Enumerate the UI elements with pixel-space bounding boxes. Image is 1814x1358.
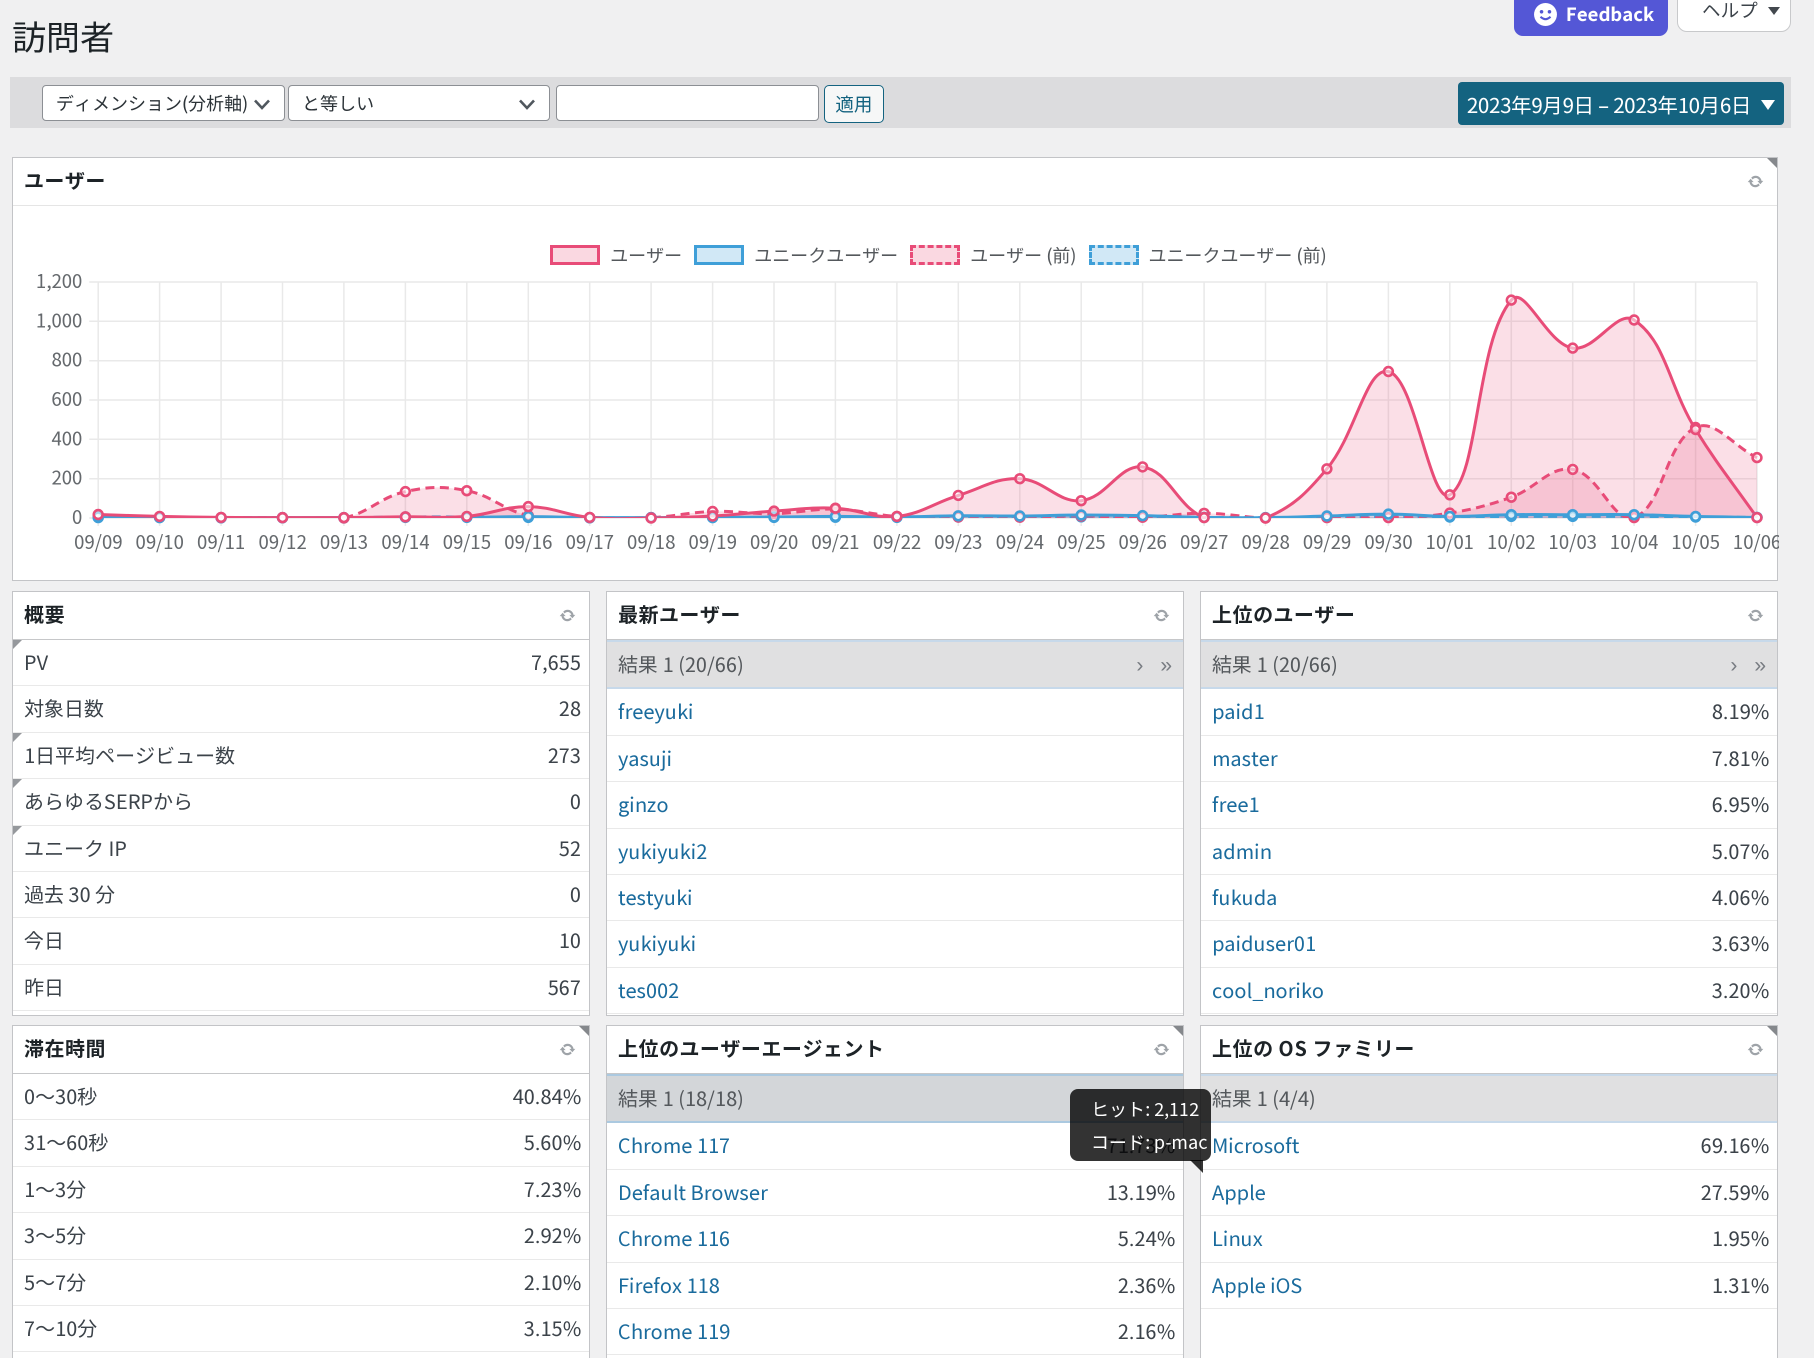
svg-text:09/21: 09/21: [811, 529, 859, 555]
svg-text:09/30: 09/30: [1364, 529, 1412, 555]
svg-text:10/03: 10/03: [1549, 529, 1597, 555]
svg-text:09/09: 09/09: [74, 529, 122, 555]
svg-text:09/16: 09/16: [504, 529, 552, 555]
svg-text:09/18: 09/18: [627, 529, 675, 555]
svg-text:10/06: 10/06: [1733, 529, 1779, 555]
svg-text:09/22: 09/22: [873, 529, 921, 555]
svg-text:09/14: 09/14: [381, 529, 430, 555]
svg-text:600: 600: [51, 386, 82, 412]
svg-text:09/23: 09/23: [934, 529, 982, 555]
svg-text:09/27: 09/27: [1180, 529, 1228, 555]
svg-text:09/13: 09/13: [320, 529, 368, 555]
svg-text:09/28: 09/28: [1241, 529, 1289, 555]
svg-text:09/17: 09/17: [566, 529, 614, 555]
svg-text:0: 0: [72, 504, 82, 530]
svg-text:09/15: 09/15: [443, 529, 491, 555]
svg-text:09/19: 09/19: [688, 529, 736, 555]
svg-text:09/24: 09/24: [996, 529, 1045, 555]
svg-text:1,200: 1,200: [36, 268, 82, 294]
svg-text:09/12: 09/12: [258, 529, 306, 555]
svg-text:10/05: 10/05: [1671, 529, 1719, 555]
svg-text:09/11: 09/11: [197, 529, 245, 555]
svg-text:1,000: 1,000: [36, 307, 82, 333]
svg-text:400: 400: [51, 425, 82, 451]
svg-text:09/10: 09/10: [135, 529, 183, 555]
svg-text:200: 200: [51, 465, 82, 491]
svg-text:10/02: 10/02: [1487, 529, 1535, 555]
svg-text:09/26: 09/26: [1118, 529, 1166, 555]
svg-text:09/25: 09/25: [1057, 529, 1105, 555]
svg-text:09/29: 09/29: [1303, 529, 1351, 555]
svg-text:800: 800: [51, 347, 82, 373]
svg-text:10/01: 10/01: [1426, 529, 1474, 555]
svg-text:09/20: 09/20: [750, 529, 798, 555]
svg-text:10/04: 10/04: [1610, 529, 1659, 555]
